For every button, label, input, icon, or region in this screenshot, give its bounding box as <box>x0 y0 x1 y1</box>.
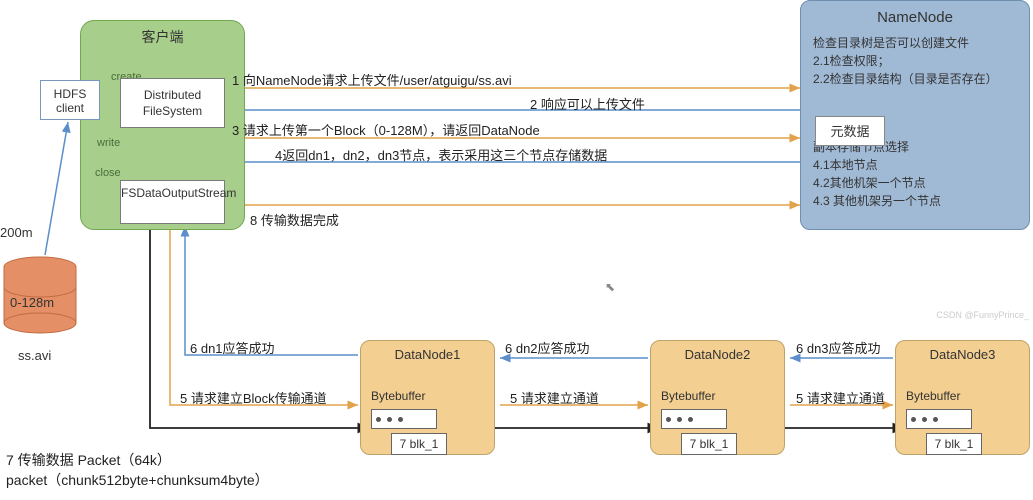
file-range-label: 0-128m <box>10 295 54 310</box>
metadata-box: 元数据 <box>815 116 885 146</box>
namenode-check3: 2.2检查目录结构（目录是否存在） <box>813 70 1017 88</box>
step-3: 3 请求上传第一个Block（0-128M），请返回DataNode <box>232 120 540 139</box>
cursor-icon: ⬉ <box>605 280 615 294</box>
step-7b: packet（chunk512byte+chunksum4byte） <box>6 470 269 490</box>
step-4: 4返回dn1，dn2，dn3节点，表示采用这三个节点存储数据 <box>275 145 607 164</box>
step-6b: 6 dn2应答成功 <box>505 338 590 357</box>
namenode-rep3: 4.3 其他机架另一个节点 <box>813 192 1017 210</box>
file-size-label: 200m <box>0 225 33 240</box>
datanode2-title: DataNode2 <box>657 347 778 362</box>
step-7: 7 传输数据 Packet（64k） <box>6 450 171 470</box>
bytebuffer-3 <box>906 409 972 429</box>
fsdataoutputstream-box: FSDataOutputStream <box>120 180 225 224</box>
datanode3-box: DataNode3 Bytebuffer 7 blk_1 <box>895 340 1030 455</box>
namenode-rep1: 4.1本地节点 <box>813 156 1017 174</box>
label-write: write <box>97 137 120 149</box>
watermark: CSDN @FunnyPrince_ <box>936 310 1029 320</box>
namenode-box: NameNode 检查目录树是否可以创建文件 2.1检查权限； 2.2检查目录结… <box>800 0 1030 230</box>
file-name-label: ss.avi <box>18 348 51 363</box>
blk-3: 7 blk_1 <box>926 433 982 455</box>
hdfs-client-label: HDFS client <box>54 87 87 115</box>
namenode-check2: 2.1检查权限； <box>813 52 1017 70</box>
bytebuffer-label-3: Bytebuffer <box>906 389 960 403</box>
namenode-title: NameNode <box>813 9 1017 26</box>
distributed-fs-label: Distributed FileSystem <box>143 88 202 118</box>
fsdataoutputstream-label: FSDataOutputStream <box>121 186 236 200</box>
namenode-check1: 检查目录树是否可以创建文件 <box>813 34 1017 52</box>
step-6a: 6 dn1应答成功 <box>190 338 275 357</box>
step-5b: 5 请求建立通道 <box>510 388 599 407</box>
blk-2: 7 blk_1 <box>681 433 737 455</box>
label-close: close <box>95 167 121 179</box>
datanode2-box: DataNode2 Bytebuffer 7 blk_1 <box>650 340 785 455</box>
step-5c: 5 请求建立通道 <box>796 388 885 407</box>
step-6c: 6 dn3应答成功 <box>796 338 881 357</box>
step-2: 2 响应可以上传文件 <box>530 94 645 113</box>
step-1: 1 向NameNode请求上传文件/user/atguigu/ss.avi <box>232 70 512 89</box>
bytebuffer-label-2: Bytebuffer <box>661 389 715 403</box>
step-5a: 5 请求建立Block传输通道 <box>180 388 327 407</box>
datanode1-box: DataNode1 Bytebuffer 7 blk_1 <box>360 340 495 455</box>
bytebuffer-2 <box>661 409 727 429</box>
distributed-fs-box: Distributed FileSystem <box>120 78 225 128</box>
metadata-label: 元数据 <box>830 124 869 139</box>
client-title: 客户端 <box>81 21 244 47</box>
step-8: 8 传输数据完成 <box>250 210 339 229</box>
datanode1-title: DataNode1 <box>367 347 488 362</box>
namenode-rep2: 4.2其他机架一个节点 <box>813 174 1017 192</box>
bytebuffer-label-1: Bytebuffer <box>371 389 425 403</box>
hdfs-client-box: HDFS client <box>40 80 100 120</box>
bytebuffer-1 <box>371 409 437 429</box>
blk-1: 7 blk_1 <box>391 433 447 455</box>
datanode3-title: DataNode3 <box>902 347 1023 362</box>
